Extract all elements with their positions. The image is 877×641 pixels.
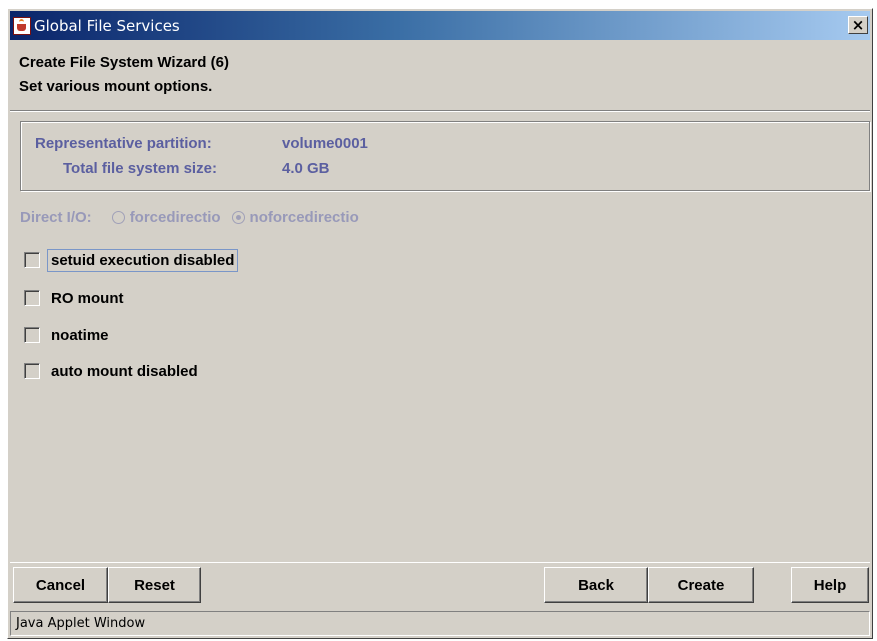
option-auto-mount-disabled[interactable]: auto mount disabled [24, 358, 201, 384]
ro-mount-checkbox[interactable] [24, 290, 40, 306]
noforcedirectio-label: noforcedirectio [249, 208, 359, 226]
wizard-window: Global File Services × Create File Syste… [7, 8, 873, 639]
wizard-subtitle: Set various mount options. [19, 78, 213, 95]
option-setuid-disabled[interactable]: setuid execution disabled [24, 247, 239, 273]
noatime-label[interactable]: noatime [48, 325, 112, 346]
auto-mount-disabled-checkbox[interactable] [24, 363, 40, 379]
title-bar[interactable]: Global File Services × [10, 11, 870, 40]
direct-io-label: Direct I/O: [20, 208, 92, 226]
setuid-disabled-label[interactable]: setuid execution disabled [46, 248, 239, 272]
ro-mount-label[interactable]: RO mount [48, 288, 127, 309]
button-bar: Cancel Reset Back Create Help [10, 562, 870, 609]
wizard-content: Create File System Wizard (6) Set variou… [10, 40, 870, 560]
header-separator [10, 110, 870, 112]
size-value: 4.0 GB [282, 160, 330, 177]
java-applet-icon [13, 16, 31, 35]
forcedirectio-label: forcedirectio [129, 208, 221, 226]
forcedirectio-radio[interactable] [111, 210, 125, 224]
size-label: Total file system size: [63, 160, 217, 177]
status-bar: Java Applet Window [10, 611, 870, 636]
direct-io-group: Direct I/O: forcedirectio noforcedirecti… [20, 207, 359, 227]
partition-value: volume0001 [282, 135, 368, 152]
create-button[interactable]: Create [648, 567, 754, 603]
help-button[interactable]: Help [791, 567, 869, 603]
partition-info-panel: Representative partition: volume0001 Tot… [20, 121, 870, 191]
wizard-title: Create File System Wizard (6) [19, 54, 229, 71]
reset-button[interactable]: Reset [108, 567, 201, 603]
auto-mount-disabled-label[interactable]: auto mount disabled [48, 361, 201, 382]
status-text: Java Applet Window [16, 616, 146, 631]
cancel-button[interactable]: Cancel [13, 567, 108, 603]
partition-label: Representative partition: [35, 135, 212, 152]
window-title: Global File Services [34, 16, 180, 35]
setuid-disabled-checkbox[interactable] [24, 252, 40, 268]
option-noatime[interactable]: noatime [24, 322, 112, 348]
back-button[interactable]: Back [544, 567, 648, 603]
noforcedirectio-radio[interactable] [231, 210, 245, 224]
close-button[interactable]: × [848, 16, 868, 34]
option-ro-mount[interactable]: RO mount [24, 285, 127, 311]
noatime-checkbox[interactable] [24, 327, 40, 343]
